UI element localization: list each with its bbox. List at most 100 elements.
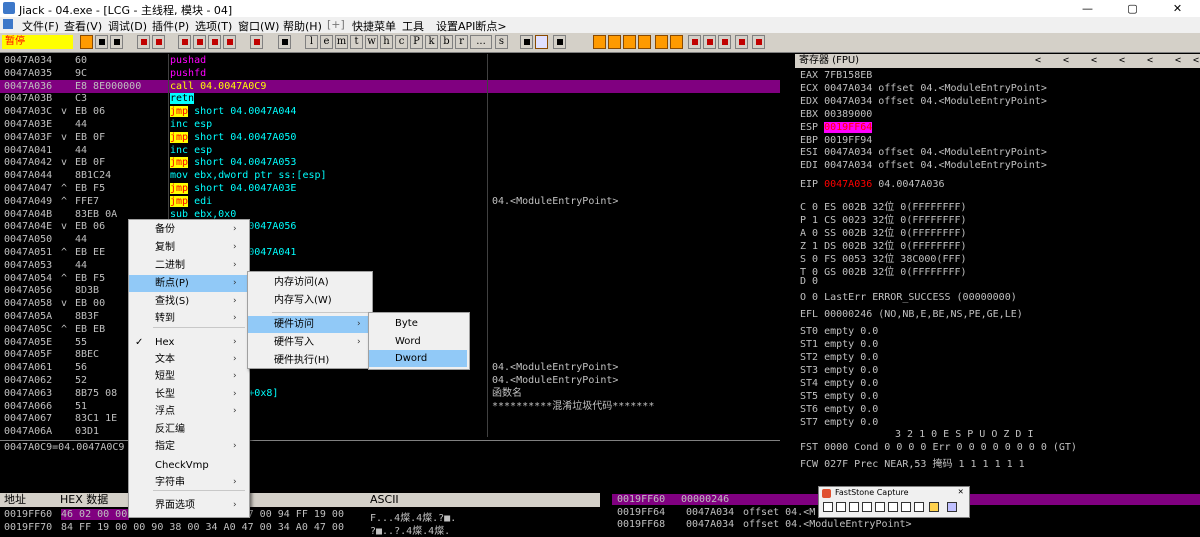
- hardware-size-item-word[interactable]: Word: [369, 333, 467, 350]
- disasm-row[interactable]: 0047A035 9C pushfd: [0, 67, 780, 80]
- menu-view[interactable]: 查看(V): [64, 18, 102, 34]
- disassembly-pane[interactable]: 0047A034 60 pushad 0047A035 9C pushfd 0047A036…: [0, 54, 780, 437]
- disasm-row[interactable]: 0047A050 44: [0, 233, 780, 246]
- dump-col-hex[interactable]: HEX 数据: [60, 493, 108, 507]
- cpu-button[interactable]: c: [395, 35, 408, 49]
- disasm-row[interactable]: 0047A042 v EB 0F jmp short 04.0047A053: [0, 156, 780, 169]
- context-menu-item[interactable]: 长型 ›: [129, 386, 247, 403]
- open-icon[interactable]: [80, 35, 93, 49]
- disasm-row[interactable]: 0047A03F v EB 0F jmp short 04.0047A050: [0, 131, 780, 144]
- patches-button[interactable]: P: [410, 35, 423, 49]
- fpu-register-row[interactable]: ST7 empty 0.0: [800, 417, 878, 428]
- segment-flag-row[interactable]: D 0: [800, 276, 818, 287]
- register-value[interactable]: 0019FF64: [824, 121, 873, 133]
- dump-col-ascii[interactable]: ASCII: [370, 493, 399, 507]
- log-window-button[interactable]: l: [305, 35, 318, 49]
- menu-plugins[interactable]: 插件(P): [152, 18, 189, 34]
- help-icon[interactable]: [553, 35, 566, 49]
- context-menu-item[interactable]: 反汇编: [129, 421, 247, 438]
- register-esi[interactable]: ESI 0047A034 offset 04.<ModuleEntryPoint>: [800, 147, 1047, 158]
- context-menu-item[interactable]: 界面选项 ›: [129, 497, 247, 514]
- run-trace-button[interactable]: ...: [470, 35, 492, 49]
- dump-row[interactable]: 0019FF70 84 FF 19 00 00 90 38 00 34 A0 47…: [4, 522, 450, 537]
- step-over-icon[interactable]: [193, 35, 206, 49]
- register-ecx[interactable]: ECX 0047A034 offset 04.<ModuleEntryPoint>: [800, 83, 1047, 94]
- handles-button[interactable]: h: [380, 35, 393, 49]
- menu-tools[interactable]: 工具: [402, 18, 424, 34]
- pause-icon[interactable]: [152, 35, 165, 49]
- menu-options[interactable]: 选项(T): [195, 18, 232, 34]
- menu-api-breakpoint[interactable]: 设置API断点>: [436, 18, 507, 34]
- source-button[interactable]: s: [495, 35, 508, 49]
- capture-freehand-icon[interactable]: [862, 502, 872, 512]
- reg-nav-2[interactable]: <: [1063, 54, 1069, 68]
- plugin-icon[interactable]: [535, 35, 548, 49]
- reg-nav-7[interactable]: <: [1193, 54, 1199, 68]
- plugin-tool2-icon[interactable]: [608, 35, 621, 49]
- disasm-row[interactable]: 0047A058 v EB 00: [0, 297, 780, 310]
- memory-button[interactable]: m: [335, 35, 348, 49]
- context-menu-item[interactable]: 二进制 ›: [129, 257, 247, 274]
- menu-window[interactable]: 窗口(W): [238, 18, 279, 34]
- disasm-row[interactable]: 0047A054 ^ EB F5: [0, 272, 780, 285]
- capture-scroll-icon[interactable]: [888, 502, 898, 512]
- registers-pane[interactable]: 寄存器 (FPU) < < < < < < < EAX 7FB158EB ECX …: [795, 54, 1200, 490]
- capture-video-icon[interactable]: [914, 502, 924, 512]
- fpu-register-row[interactable]: ST3 empty 0.0: [800, 365, 878, 376]
- context-menu-item[interactable]: 字符串 ›: [129, 474, 247, 491]
- register-value[interactable]: 0047A036: [824, 179, 872, 190]
- references-button[interactable]: r: [455, 35, 468, 49]
- breakpoints-button[interactable]: b: [440, 35, 453, 49]
- reg-nav-1[interactable]: <: [1035, 54, 1041, 68]
- context-menu-item[interactable]: 指定 ›: [129, 438, 247, 455]
- register-value[interactable]: 00389000: [824, 109, 872, 120]
- register-value[interactable]: 0047A034: [824, 147, 872, 158]
- close-button[interactable]: ✕: [1155, 0, 1200, 17]
- grid-icon[interactable]: [520, 35, 533, 49]
- fcw-row[interactable]: FCW 027F Prec NEAR,53 掩码 1 1 1 1 1 1: [800, 455, 1025, 470]
- faststone-close-button[interactable]: ✕: [958, 487, 963, 497]
- reg-nav-5[interactable]: <: [1147, 54, 1153, 68]
- disasm-row[interactable]: 0047A067 83C1 1E: [0, 412, 780, 425]
- register-esp[interactable]: ESP 0019FF64: [800, 121, 878, 133]
- disasm-row[interactable]: 0047A04B 83EB 0A sub ebx,0x0: [0, 208, 780, 221]
- menu-plus[interactable]: [+]: [327, 18, 345, 31]
- disasm-row[interactable]: 0047A062 52 04.<ModuleEntryPoint>: [0, 374, 780, 387]
- hardware-size-item-dword[interactable]: Dword: [369, 350, 467, 367]
- trace-over-icon[interactable]: [223, 35, 236, 49]
- minimize-button[interactable]: —: [1065, 0, 1110, 17]
- context-menu-item[interactable]: 复制 ›: [129, 239, 247, 256]
- disasm-row[interactable]: 0047A06A 03D1: [0, 425, 780, 437]
- capture-active-window-icon[interactable]: [823, 502, 833, 512]
- register-edi[interactable]: EDI 0047A034 offset 04.<ModuleEntryPoint>: [800, 160, 1047, 171]
- disasm-row[interactable]: 0047A056 8D3B: [0, 284, 780, 297]
- capture-rectangle-icon[interactable]: [849, 502, 859, 512]
- disasm-row[interactable]: 0047A053 44: [0, 259, 780, 272]
- context-menu-item[interactable]: 文本 ›: [129, 351, 247, 368]
- context-menu-item[interactable]: 浮点 ›: [129, 403, 247, 420]
- plugin-tool5-icon[interactable]: [655, 35, 668, 49]
- fpu-register-row[interactable]: ST2 empty 0.0: [800, 352, 878, 363]
- disasm-row[interactable]: 0047A03C v EB 06 jmp short 04.0047A044: [0, 105, 780, 118]
- plugin-tool10-icon[interactable]: [735, 35, 748, 49]
- last-error-row[interactable]: O 0 LastErr ERROR_SUCCESS (00000000): [800, 292, 1017, 303]
- fpu-register-row[interactable]: ST0 empty 0.0: [800, 326, 878, 337]
- plugin-tool1-icon[interactable]: [593, 35, 606, 49]
- context-menu-item[interactable]: CheckVmp: [129, 457, 247, 474]
- context-menu-item[interactable]: 短型 ›: [129, 368, 247, 385]
- disasm-row[interactable]: 0047A044 8B1C24 mov ebx,dword ptr ss:[esp]: [0, 169, 780, 182]
- fpu-register-row[interactable]: ST5 empty 0.0: [800, 391, 878, 402]
- capture-fixed-icon[interactable]: [901, 502, 911, 512]
- capture-fullscreen-icon[interactable]: [875, 502, 885, 512]
- capture-settings-icon[interactable]: [947, 502, 957, 512]
- breakpoint-submenu-item[interactable]: 内存写入(W): [248, 292, 370, 309]
- disasm-row[interactable]: 0047A049 ^ FFE7 jmp edi 04.<ModuleEntryPoint…: [0, 195, 780, 208]
- context-menu-item[interactable]: 查找(S) ›: [129, 293, 247, 310]
- windows-button[interactable]: w: [365, 35, 378, 49]
- register-ebp[interactable]: EBP 0019FF94: [800, 135, 878, 146]
- register-eip[interactable]: EIP 0047A036 04.0047A036: [800, 179, 945, 190]
- segment-flag-row[interactable]: T 0 GS 002B 32位 0(FFFFFFFF): [800, 263, 967, 278]
- register-edx[interactable]: EDX 0047A034 offset 04.<ModuleEntryPoint>: [800, 96, 1047, 107]
- disasm-row[interactable]: 0047A04EvEB 06jmp short 04.0047A056: [0, 220, 780, 233]
- trace-into-icon[interactable]: [208, 35, 221, 49]
